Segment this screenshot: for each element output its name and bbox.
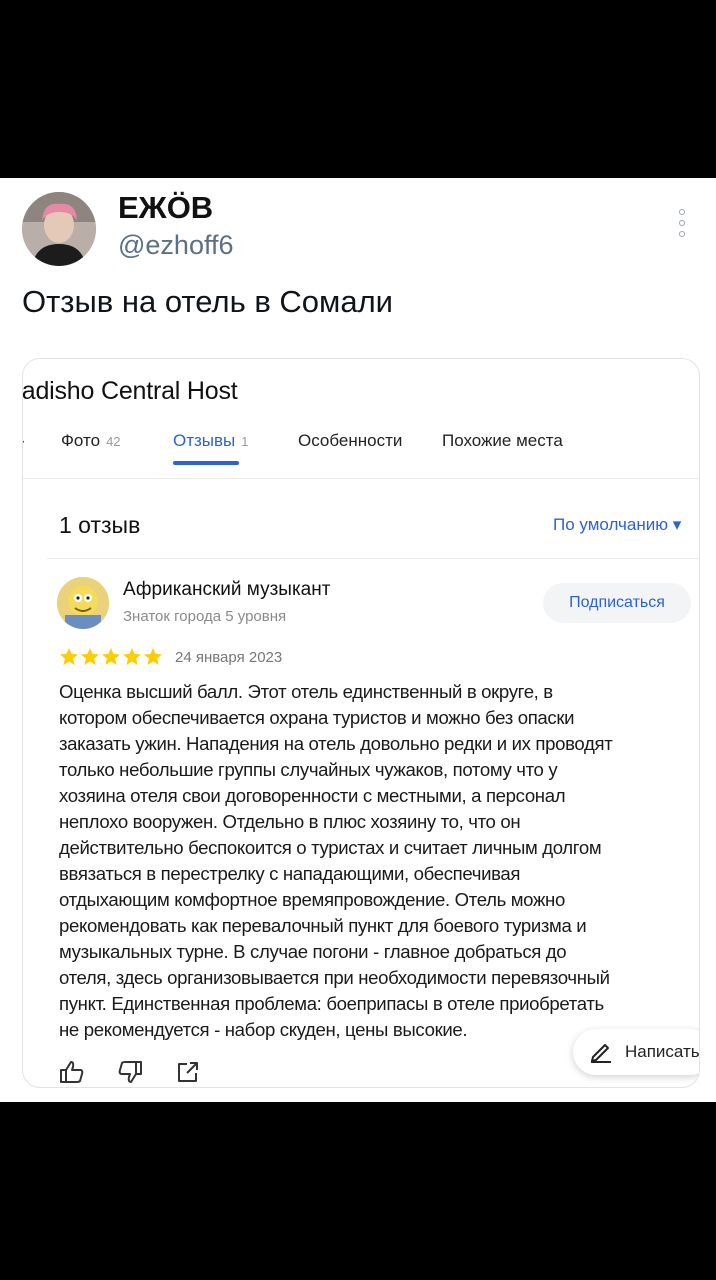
author-avatar[interactable]	[22, 192, 96, 266]
review-text-line: Оценка высший балл. Этот отель единствен…	[59, 681, 553, 702]
divider	[47, 558, 699, 559]
review-text-line: музыкальных турне. В случае погони - гла…	[59, 941, 567, 962]
author-handle[interactable]: @ezhoff6	[118, 230, 234, 261]
review-text-line: только небольшие группы случайных чужако…	[59, 759, 558, 780]
author-name[interactable]: ЕЖÖВ	[118, 190, 213, 226]
divider	[23, 478, 699, 479]
reviewer-level: Знаток города 5 уровня	[123, 608, 287, 625]
review-text-line: котором обеспечивается охрана туристов и…	[59, 707, 575, 728]
active-tab-indicator	[173, 461, 239, 465]
review-text-line: рекомендовать как перевалочный пункт для…	[59, 915, 587, 936]
review-text-line: заказать ужин. Нападения на отель доволь…	[59, 733, 613, 754]
more-options-icon[interactable]	[674, 206, 690, 240]
tab-partial[interactable]: ›	[23, 431, 25, 451]
tab-similar-places[interactable]: Похожие места	[442, 431, 563, 451]
star-icon	[102, 648, 120, 665]
sort-dropdown[interactable]: По умолчанию ▾	[553, 515, 681, 535]
review-count: 1 отзыв	[59, 512, 141, 538]
write-review-label: Написать	[625, 1042, 700, 1061]
like-icon[interactable]	[59, 1059, 85, 1085]
rating-stars	[59, 647, 163, 667]
tab-photo[interactable]: Фото 42	[61, 431, 121, 451]
star-icon	[60, 648, 78, 665]
review-screenshot: ıadisho Central Host › Фото42 Отзывы1 Ос…	[22, 358, 700, 1088]
review-text-line: отеля, здесь организовывается при необхо…	[59, 967, 610, 988]
review-date: 24 января 2023	[175, 649, 283, 666]
tweet-text: Отзыв на отель в Сомали	[22, 284, 394, 319]
subscribe-button[interactable]: Подписаться	[543, 583, 691, 623]
review-text: Оценка высший балл. Этот отель единствен…	[59, 679, 695, 1043]
hotel-title: ıadisho Central Host	[22, 377, 238, 405]
reviewer-avatar[interactable]	[57, 577, 109, 629]
review-text-line: пункт. Единственная проблема: боеприпасы…	[59, 993, 604, 1014]
tabs-bar: › Фото42 Отзывы1 Особенности Похожие мес…	[23, 431, 699, 461]
review-text-line: отдыхающим комфортное времяпровождение. …	[59, 889, 565, 910]
review-text-line: действительно беспокоится о туристах и с…	[59, 837, 602, 858]
tweet-card: ЕЖÖВ @ezhoff6 Отзыв на отель в Сомали ıa…	[0, 178, 716, 1102]
review-text-line: ввязаться в перестрелку с нападающими, о…	[59, 863, 521, 884]
write-review-button[interactable]: Написать	[573, 1029, 700, 1075]
star-icon	[144, 648, 162, 665]
star-icon	[81, 648, 99, 665]
reviewer-name[interactable]: Африканский музыкант	[123, 579, 330, 601]
dislike-icon[interactable]	[117, 1059, 143, 1085]
star-icon	[123, 648, 141, 665]
share-icon[interactable]	[175, 1059, 201, 1085]
tab-features[interactable]: Особенности	[298, 431, 402, 451]
review-text-line: хозяина отеля свои договоренности с мест…	[59, 785, 566, 806]
review-text-line: неплохо вооружен. Отдельно в плюс хозяин…	[59, 811, 521, 832]
pencil-icon	[589, 1041, 613, 1063]
tab-reviews[interactable]: Отзывы 1	[173, 431, 249, 451]
